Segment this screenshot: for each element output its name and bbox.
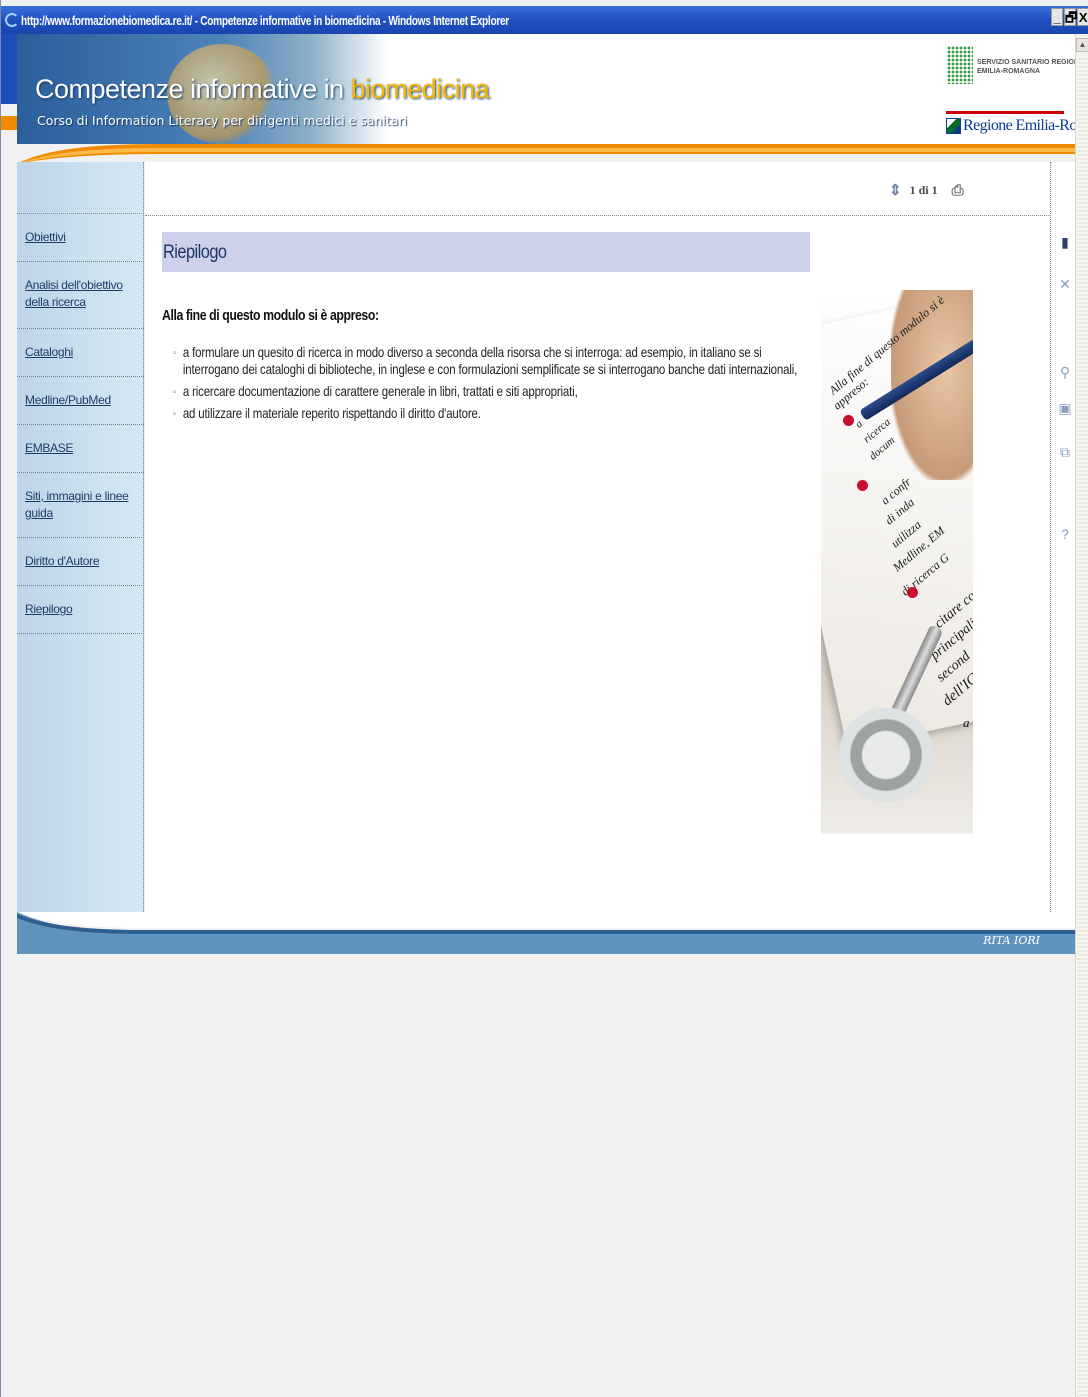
scroll-track[interactable] (1078, 56, 1087, 1396)
vertical-scrollbar[interactable]: ▲ (1075, 34, 1088, 1397)
site-title-main: Competenze informative in (35, 74, 351, 104)
bullet-icon: ▫ (173, 409, 176, 420)
browser-window: e http://www.formazionebiomedica.re.it/ … (0, 0, 1088, 1397)
bullet-icon: ▫ (173, 387, 176, 398)
sidebar-nav: Obiettivi Analisi dell'obiettivo della r… (17, 162, 144, 914)
sidebar-item-siti[interactable]: Siti, immagini e linee guida (25, 488, 139, 522)
sidebar-separator (17, 261, 144, 262)
sidebar-item-diritto[interactable]: Diritto d'Autore (25, 553, 139, 570)
list-item: ▫ ad utilizzare il materiale reperito ris… (173, 405, 804, 422)
sidebar-separator (17, 424, 144, 425)
site-title-highlight: biomedicina (350, 74, 490, 104)
region-logo-text: Regione Emilia-Romagna (963, 117, 1076, 134)
refresh-arrow-icon[interactable]: ⇕ (889, 181, 902, 200)
logo-divider (946, 111, 1064, 114)
illustration-stethoscope (831, 700, 941, 810)
page-indicator: 1 di 1 (909, 183, 938, 197)
region-flag-icon (946, 118, 961, 134)
printer-icon[interactable]: ⎙ (952, 182, 964, 200)
ssr-logo-icon (947, 46, 973, 84)
list-item: ▫ a formulare un quesito di ricerca in mo… (173, 344, 804, 378)
bookmark-icon[interactable]: ▮ (1057, 234, 1073, 251)
sidebar-item-medline[interactable]: Medline/PubMed (25, 392, 139, 409)
pager: ⇕ 1 di 1 ⎙ (889, 181, 964, 200)
sidebar-separator (17, 472, 144, 473)
ssr-line-2: EMILIA-ROMAGNA (977, 68, 1040, 75)
site-title: Competenze informative in biomedicina (35, 74, 490, 105)
list-item-text: a formulare un quesito di ricerca in mod… (182, 344, 798, 377)
ssr-line-1: SERVIZIO SANITARIO REGIONALE (977, 59, 1076, 66)
sidebar-item-embase[interactable]: EMBASE (25, 440, 139, 457)
illustration-bullet-dot (857, 480, 868, 491)
window-title: http://www.formazionebiomedica.re.it/ - … (21, 12, 509, 28)
section-title-bar (162, 232, 810, 272)
sidebar-separator (17, 585, 144, 586)
window-title-bar[interactable]: e http://www.formazionebiomedica.re.it/ … (1, 6, 1088, 34)
sidebar-header (17, 162, 144, 214)
sidebar-item-riepilogo[interactable]: Riepilogo (25, 601, 139, 618)
sidebar-separator (17, 633, 144, 634)
footer-author: RITA IORI (983, 934, 1040, 947)
site-header: Competenze informative in biomedicina Co… (17, 34, 1076, 144)
lead-text: Alla fine di questo modulo si è appreso: (162, 307, 379, 324)
help-icon[interactable]: ? (1057, 526, 1073, 542)
summary-list: ▫ a formulare un quesito di ricerca in mo… (173, 344, 933, 427)
summary-illustration: Alla fine di questo modulo si è appreso:… (821, 290, 973, 834)
ssr-logo-text: SERVIZIO SANITARIO REGIONALE EMILIA-ROMA… (977, 58, 1076, 76)
restore-button[interactable]: 🗗 (1064, 8, 1077, 26)
content-toolbar: ⇕ 1 di 1 ⎙ (145, 162, 1051, 216)
illustration-bullet-dot (907, 587, 918, 598)
sidebar-separator (17, 376, 144, 377)
list-item-text: ad utilizzare il materiale reperito risp… (182, 405, 481, 421)
close-window-button[interactable]: X (1077, 8, 1088, 26)
search-icon[interactable]: ⚲ (1057, 364, 1073, 381)
scroll-up-arrow-icon[interactable]: ▲ (1076, 38, 1088, 52)
sidebar-item-cataloghi[interactable]: Cataloghi (25, 344, 139, 361)
sidebar-item-analisi[interactable]: Analisi dell'obiettivo della ricerca (25, 277, 139, 311)
image-icon[interactable]: ▣ (1057, 400, 1073, 417)
list-item: ▫ a ricercare documentazione di carattere… (173, 383, 804, 400)
illustration-text: a (963, 715, 970, 730)
site-footer: RITA IORI (17, 912, 1076, 954)
ie-icon: e (5, 13, 19, 27)
right-tool-rail: ▮ ✕ ⚲ ▣ ⧉ ? (1052, 162, 1076, 914)
footer-wave (17, 912, 1076, 954)
list-item-text: a ricercare documentazione di carattere … (182, 383, 578, 399)
close-icon[interactable]: ✕ (1057, 276, 1073, 293)
sidebar-item-obiettivi[interactable]: Obiettivi (25, 229, 139, 246)
site-subtitle: Corso di Information Literacy per dirige… (37, 113, 408, 128)
window-controls: _ 🗗 X (1051, 8, 1088, 26)
illustration-bullet-dot (843, 415, 854, 426)
header-orange-wave (17, 144, 1076, 164)
sidebar-separator (17, 328, 144, 329)
minimize-button[interactable]: _ (1051, 8, 1063, 26)
sidebar-separator (17, 537, 144, 538)
main-content: ⇕ 1 di 1 ⎙ Riepilogo Alla fine di questo… (145, 162, 1051, 914)
bullet-icon: ▫ (173, 348, 176, 359)
copy-icon[interactable]: ⧉ (1057, 444, 1073, 461)
section-title: Riepilogo (163, 242, 227, 263)
